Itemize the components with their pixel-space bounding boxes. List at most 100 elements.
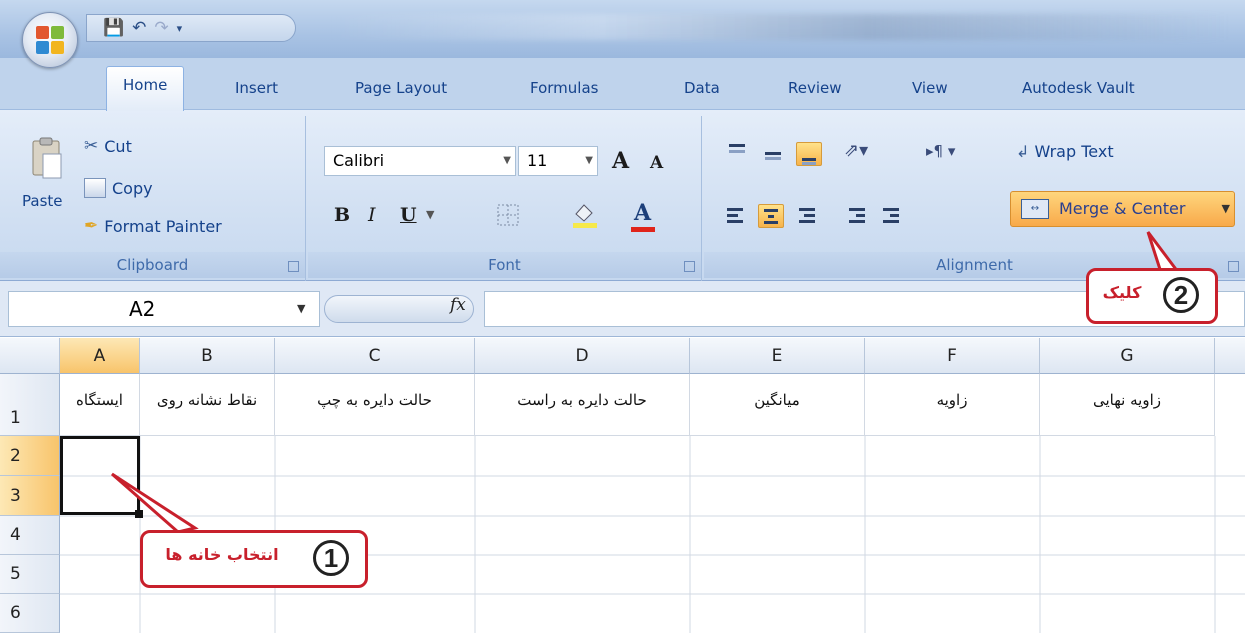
tab-data[interactable]: Data [684,74,720,108]
copy-button[interactable]: Copy [84,178,153,198]
column-header-next[interactable] [1215,338,1245,374]
title-bar: 💾 ↶ ↷ ▾ [0,0,1245,58]
tab-insert[interactable]: Insert [235,74,278,108]
tab-view[interactable]: View [912,74,948,108]
italic-button[interactable]: I [368,200,376,230]
format-painter-button[interactable]: ✒ Format Painter [84,216,222,236]
row-header-5[interactable]: 5 [0,555,60,594]
formula-bar: A2 ▼ fx [0,281,1245,337]
shrink-font-button[interactable]: A [650,148,663,178]
copy-icon [84,178,106,198]
align-center-icon[interactable] [758,204,784,228]
callout-step-1-number: 1 [313,540,349,576]
font-color-swatch [631,227,655,232]
clipboard-group-label: Clipboard [0,252,305,278]
qat-dropdown-icon[interactable]: ▾ [177,23,183,34]
cell-c1[interactable]: حالت دایره به چپ [275,374,475,436]
clipboard-launcher-icon[interactable] [288,261,299,272]
font-group-label: Font [308,252,701,278]
cell-a1[interactable]: ایستگاه [60,374,140,436]
office-button[interactable] [22,12,78,68]
tab-review[interactable]: Review [788,74,842,108]
orientation-icon[interactable]: ⇗▾ [844,140,888,164]
align-bottom-icon[interactable] [796,142,822,166]
redo-icon[interactable]: ↷ [154,19,168,37]
bold-button[interactable]: B [334,200,350,230]
underline-button[interactable]: U [400,200,417,230]
select-all-button[interactable] [0,338,60,374]
row-header-6[interactable]: 6 [0,594,60,633]
fill-color-button[interactable] [570,200,600,230]
spreadsheet-grid: A B C D E F G 1 2 3 4 5 6 ایستگاه نقاط ن… [0,338,1245,633]
wrap-text-button[interactable]: ↲ Wrap Text [1016,142,1114,161]
merge-center-label: Merge & Center [1059,199,1186,218]
font-name-select[interactable]: Calibri ▼ [324,146,516,176]
format-painter-icon: ✒ [84,216,99,236]
paste-icon [32,137,62,179]
fx-button[interactable]: fx [450,295,466,315]
callout-step-1: انتخاب خانه ها 1 [140,530,368,588]
tab-home[interactable]: Home [106,66,185,111]
grow-font-button[interactable]: A [612,146,629,176]
font-color-label: A [634,200,652,226]
cell-f1[interactable]: زاویه [865,374,1040,436]
save-icon[interactable]: 💾 [103,19,124,37]
underline-dropdown-icon[interactable]: ▼ [426,200,434,230]
align-top-icon[interactable] [724,142,750,166]
column-header-f[interactable]: F [865,338,1040,374]
column-header-d[interactable]: D [475,338,690,374]
tab-autodesk-vault[interactable]: Autodesk Vault [1022,74,1135,108]
callout-step-2-number: 2 [1163,277,1199,313]
fill-bucket-icon [573,204,597,228]
column-header-a[interactable]: A [60,338,140,374]
paste-button[interactable] [30,136,64,184]
cell-d1[interactable]: حالت دایره به راست [475,374,690,436]
column-header-e[interactable]: E [690,338,865,374]
align-middle-icon[interactable] [760,142,786,166]
selected-range-a2-a3[interactable] [60,436,140,515]
tab-page-layout[interactable]: Page Layout [355,74,447,108]
font-color-button[interactable]: A [631,198,655,232]
format-painter-label: Format Painter [104,216,222,236]
wrap-text-icon: ↲ [1016,142,1030,161]
decrease-indent-icon[interactable] [844,204,870,228]
row-header-4[interactable]: 4 [0,516,60,555]
column-header-c[interactable]: C [275,338,475,374]
font-group: Calibri ▼ 11 ▼ A A B I U ▼ A Font [308,116,702,282]
chevron-down-icon: ▼ [503,155,511,166]
font-size-select[interactable]: 11 ▼ [518,146,598,176]
cut-label: Cut [104,136,132,156]
name-box[interactable]: A2 ▼ [8,291,320,327]
merge-center-button[interactable]: ↔ Merge & Center ▼ [1010,191,1235,227]
borders-button[interactable] [496,200,536,230]
row-header-3[interactable]: 3 [0,476,60,516]
row-header-2[interactable]: 2 [0,436,60,476]
merge-dropdown-icon[interactable]: ▼ [1222,192,1230,226]
tab-formulas[interactable]: Formulas [530,74,598,108]
column-header-b[interactable]: B [140,338,275,374]
cut-button[interactable]: ✂ Cut [84,136,132,156]
callout-step-2-text: کلیک [1102,283,1142,302]
align-left-icon[interactable] [722,204,748,228]
name-box-value: A2 [129,297,156,321]
wrap-text-label: Wrap Text [1034,142,1114,161]
font-launcher-icon[interactable] [684,261,695,272]
copy-label: Copy [112,178,153,198]
fill-handle[interactable] [135,510,143,518]
row-header-1[interactable]: 1 [0,374,60,436]
ribbon-tabs: Home Insert Page Layout Formulas Data Re… [0,58,1245,111]
paste-label[interactable]: Paste [22,192,63,210]
cell-e1[interactable]: میانگین [690,374,865,436]
increase-indent-icon[interactable] [878,204,904,228]
chevron-down-icon: ▼ [297,302,306,315]
alignment-launcher-icon[interactable] [1228,261,1239,272]
rtl-icon[interactable]: ▸¶ ▾ [926,142,974,166]
column-header-g[interactable]: G [1040,338,1215,374]
align-right-icon[interactable] [794,204,820,228]
cell-g1[interactable]: زاویه نهایی [1040,374,1215,436]
font-size-value: 11 [527,151,548,170]
scissors-icon: ✂ [84,136,99,156]
window-title-blur [330,14,1230,40]
cell-b1[interactable]: نقاط نشانه روی [140,374,275,436]
undo-icon[interactable]: ↶ [132,19,146,37]
